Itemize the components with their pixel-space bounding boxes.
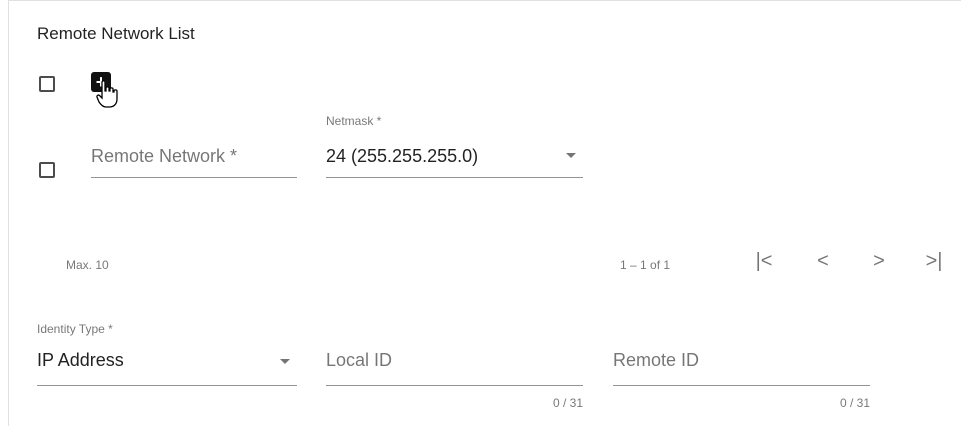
select-all-checkbox[interactable] bbox=[39, 76, 55, 92]
local-id-counter: 0 / 31 bbox=[552, 396, 583, 410]
local-id-placeholder: Local ID bbox=[326, 350, 393, 370]
identity-type-label: Identity Type * bbox=[37, 322, 113, 336]
page-range-text: 1 – 1 of 1 bbox=[620, 258, 671, 272]
remote-network-field[interactable]: Remote Network * bbox=[91, 140, 297, 178]
last-page-button[interactable]: >| bbox=[922, 250, 946, 273]
next-page-button[interactable]: > bbox=[867, 250, 891, 273]
remote-id-placeholder: Remote ID bbox=[613, 350, 700, 370]
local-id-underline bbox=[326, 385, 583, 386]
chevron-down-icon bbox=[566, 153, 576, 158]
first-page-button[interactable]: |< bbox=[752, 250, 776, 273]
hand-cursor-icon bbox=[96, 80, 118, 113]
previous-page-button[interactable]: < bbox=[811, 250, 835, 273]
identity-type-select[interactable]: Identity Type * IP Address bbox=[37, 322, 297, 386]
netmask-underline bbox=[326, 177, 583, 178]
remote-network-underline bbox=[91, 177, 297, 178]
row-checkbox[interactable] bbox=[39, 162, 55, 178]
remote-network-placeholder: Remote Network * bbox=[91, 146, 238, 166]
netmask-value: 24 (255.255.255.0) bbox=[326, 146, 479, 166]
netmask-label: Netmask * bbox=[326, 114, 382, 128]
remote-id-field[interactable]: Remote ID 0 / 31 bbox=[613, 346, 870, 416]
max-entries-text: Max. 10 bbox=[66, 258, 109, 272]
netmask-select[interactable]: Netmask * 24 (255.255.255.0) bbox=[326, 114, 583, 178]
chevron-down-icon bbox=[280, 359, 290, 364]
local-id-field[interactable]: Local ID 0 / 31 bbox=[326, 346, 583, 416]
identity-type-value: IP Address bbox=[37, 350, 124, 370]
remote-id-counter: 0 / 31 bbox=[839, 396, 870, 410]
remote-id-underline bbox=[613, 385, 870, 386]
section-title: Remote Network List bbox=[37, 24, 195, 43]
identity-type-underline bbox=[37, 385, 297, 386]
